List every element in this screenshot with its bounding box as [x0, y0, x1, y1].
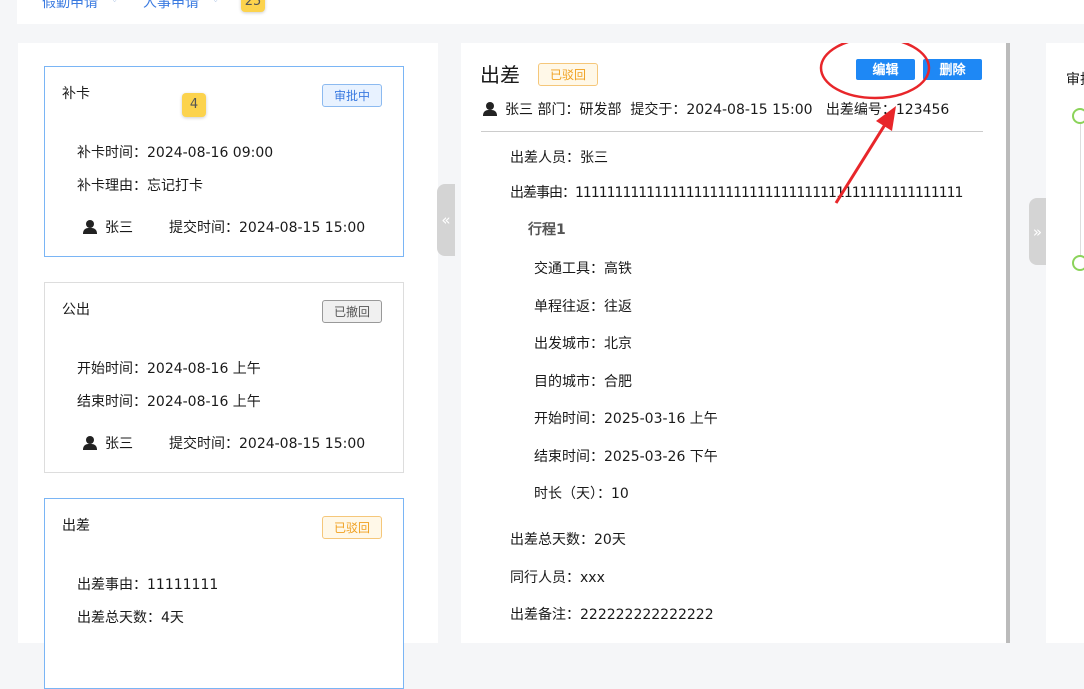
approval-title: 审批: [1066, 72, 1084, 88]
trip-field: 单程往返：往返: [534, 299, 632, 315]
trip-field: 结束时间：2025-03-26 下午: [534, 449, 718, 465]
trip-field: 时长（天）：10: [534, 486, 629, 502]
card-field: 出差总天数：4天: [77, 610, 184, 626]
detail-field: 同行人员：xxx: [510, 570, 605, 586]
application-card[interactable]: 补卡 审批中 4 补卡时间：2024-08-16 09:00 补卡理由：忘记打卡…: [44, 66, 404, 257]
status-badge: 已驳回: [538, 63, 599, 86]
detail-field: 出差人员：张三: [510, 150, 608, 166]
approval-panel: 审批: [1046, 43, 1084, 643]
top-nav: 假勤申请 ♡ 人事申请 ♡ 25: [17, 0, 1084, 24]
detail-title: 出差: [480, 63, 520, 87]
user-icon: [83, 220, 97, 234]
application-card[interactable]: 公出 已撤回 开始时间：2024-08-16 上午 结束时间：2024-08-1…: [44, 282, 404, 473]
detail-field: 出差总天数：20天: [510, 532, 626, 548]
trip-field: 开始时间：2025-03-16 上午: [534, 411, 718, 427]
timeline-line: [1080, 115, 1081, 265]
user-name: 张三: [105, 436, 133, 452]
expand-right-button[interactable]: »: [1029, 198, 1046, 265]
timeline-node: [1072, 255, 1084, 271]
application-card[interactable]: 出差 已驳回 出差事由：11111111 出差总天数：4天: [44, 498, 404, 689]
count-badge: 25: [241, 0, 265, 12]
trip-field: 出发城市：北京: [534, 336, 632, 352]
user-icon: [83, 436, 97, 450]
detail-panel: 出差 已驳回 编辑 删除 张三 部门：研发部 提交于：2024-08-15 15…: [461, 43, 1010, 643]
user-icon: [483, 102, 497, 116]
status-badge: 已驳回: [321, 516, 382, 539]
card-field: 出差事由：11111111: [77, 577, 219, 593]
trip-field: 交通工具：高铁: [534, 261, 632, 277]
nav-hr[interactable]: 人事申请: [143, 0, 199, 12]
status-badge: 审批中: [321, 84, 382, 107]
status-badge: 已撤回: [321, 300, 382, 323]
trip-field: 目的城市：合肥: [534, 374, 632, 390]
count-badge: 4: [182, 93, 206, 117]
trip-title: 行程1: [528, 222, 566, 238]
user-name: 张三: [105, 220, 133, 236]
chevron-down-icon[interactable]: ♡: [110, 0, 119, 5]
submit-time: 提交时间：2024-08-15 15:00: [169, 220, 366, 236]
application-list: 补卡 审批中 4 补卡时间：2024-08-16 09:00 补卡理由：忘记打卡…: [18, 43, 438, 689]
card-field: 补卡时间：2024-08-16 09:00: [77, 145, 274, 161]
card-field: 结束时间：2024-08-16 上午: [77, 394, 261, 410]
card-title: 补卡: [62, 86, 90, 102]
timeline-node: [1072, 108, 1084, 124]
card-field: 补卡理由：忘记打卡: [77, 178, 203, 194]
card-field: 开始时间：2024-08-16 上午: [77, 361, 261, 377]
submit-time: 提交时间：2024-08-15 15:00: [169, 436, 366, 452]
nav-attendance[interactable]: 假勤申请: [42, 0, 98, 12]
collapse-left-button[interactable]: «: [437, 184, 455, 256]
annotation-overlay: [819, 43, 931, 204]
detail-field: 出差备注：222222222222222: [510, 607, 714, 623]
chevron-down-icon[interactable]: ♡: [211, 0, 220, 5]
card-title: 公出: [62, 302, 90, 318]
card-title: 出差: [62, 518, 90, 534]
